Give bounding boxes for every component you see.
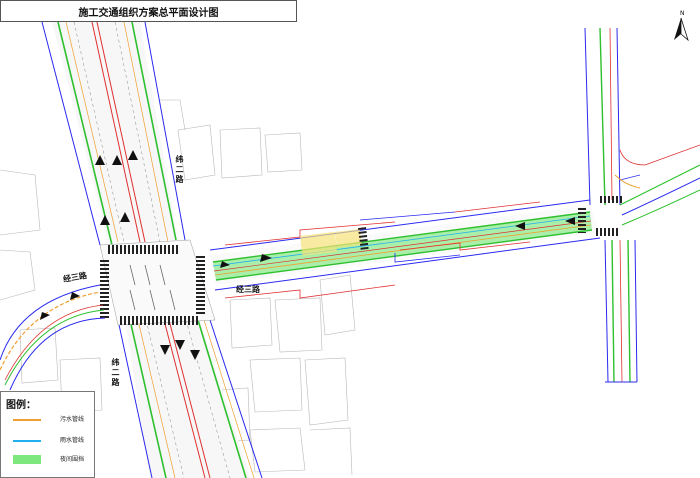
- vertical-road-lower: [117, 319, 263, 478]
- legend-swatch-rain: [13, 440, 41, 442]
- drawing-title: 施工交通组织方案总平面设计图: [0, 0, 297, 22]
- east-intersection: [578, 27, 700, 383]
- compass-label: N: [680, 10, 685, 17]
- legend-title: 图例：: [6, 400, 36, 411]
- vertical-road-upper: [41, 21, 186, 246]
- legend-label-sewer: 污水管线: [60, 416, 85, 423]
- legend-swatch-sewer: [13, 419, 41, 421]
- legend-item-sewer: 污水管线: [13, 414, 95, 426]
- road-label-horizontal-main: 经三路: [236, 285, 260, 294]
- legend-label-rain: 雨水管线: [60, 437, 85, 444]
- legend-item-fence: 夜间围挡: [13, 454, 95, 466]
- legend-swatch-fence: [13, 455, 41, 464]
- legend-item-rain: 雨水管线: [13, 435, 95, 447]
- road-label-vertical-upper: 纬二路: [175, 155, 184, 185]
- horizontal-road-west: [0, 284, 106, 391]
- site-plan-canvas: [0, 21, 700, 478]
- road-label-vertical-lower: 纬二路: [111, 358, 120, 388]
- west-intersection: [99, 239, 216, 326]
- legend-label-fence: 夜间围挡: [60, 456, 85, 463]
- north-arrow-icon: N: [674, 10, 689, 42]
- legend: 图例： 污水管线 雨水管线 夜间围挡: [0, 391, 95, 478]
- horizontal-road-main: [209, 199, 601, 299]
